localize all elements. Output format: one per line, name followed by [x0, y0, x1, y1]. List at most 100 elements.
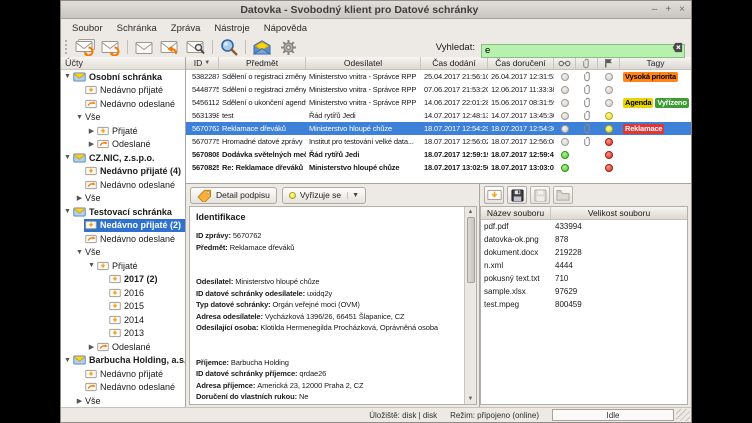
expander-icon[interactable]: ▶: [75, 194, 84, 202]
tree-item[interactable]: 2015: [61, 300, 185, 314]
tree-item[interactable]: Nedávno odeslané: [61, 97, 185, 111]
column-header-read[interactable]: [554, 57, 576, 69]
message-row[interactable]: 5670775Hromadné datové zprávyInstitut pr…: [186, 135, 691, 148]
column-header-delivered[interactable]: Čas dodání: [421, 57, 488, 69]
message-row[interactable]: 5670808Dodávka světelných mečůŘád rytířů…: [186, 148, 691, 161]
menu-soubor[interactable]: Soubor: [65, 21, 110, 36]
databox-button[interactable]: [250, 38, 274, 57]
menu-schranka[interactable]: Schránka: [110, 21, 164, 36]
tree-item[interactable]: Nedávno přijaté (4): [61, 165, 185, 179]
open-folder-button[interactable]: [553, 186, 573, 204]
expander-icon[interactable]: ▶: [75, 397, 84, 405]
tree-item[interactable]: Nedávno odeslané: [61, 381, 185, 395]
expander-icon[interactable]: ▼: [63, 357, 72, 364]
signature-detail-button[interactable]: Detail podpisu: [190, 187, 277, 204]
tree-item[interactable]: ▼Přijaté: [61, 259, 185, 273]
sync-account-button[interactable]: [99, 38, 123, 57]
tree-item[interactable]: 2013: [61, 327, 185, 341]
process-status-button[interactable]: Vyřizuje se ▼: [282, 187, 366, 204]
expander-icon[interactable]: ▼: [63, 154, 72, 161]
tree-item[interactable]: Nedávno přijaté (2): [61, 219, 185, 233]
expander-icon[interactable]: ▼: [75, 249, 84, 256]
expander-icon[interactable]: ▶: [87, 127, 96, 135]
message-row[interactable]: 5670825Re: Reklamace dřevákůMinisterstvo…: [186, 161, 691, 174]
tree-item[interactable]: ▶Přijaté: [61, 124, 185, 138]
message-row[interactable]: 5631398testŘád rytířů Jedi14.07.2017 12:…: [186, 109, 691, 122]
scroll-up-icon[interactable]: ▲: [468, 207, 474, 217]
message-row[interactable]: 5382287Sdělení o registraci změny ...Min…: [186, 70, 691, 83]
message-subject: Sdělení o ukončení agendy: [219, 98, 306, 107]
resize-grip[interactable]: [676, 409, 690, 421]
expander-icon[interactable]: ▼: [87, 262, 96, 269]
reply-button[interactable]: [158, 38, 182, 57]
attachment-row[interactable]: test.mpeg800459: [481, 298, 687, 311]
menu-napoveda[interactable]: Nápověda: [257, 21, 314, 36]
column-header-attachment[interactable]: [576, 57, 598, 69]
message-row[interactable]: 5456112Sdělení o ukončení agendyMinister…: [186, 96, 691, 109]
verify-message-button[interactable]: [184, 38, 208, 57]
detail-scrollbar[interactable]: ▲ ▼: [464, 207, 476, 404]
tree-item[interactable]: Nedávno přijaté: [61, 84, 185, 98]
tree-item[interactable]: 2017 (2): [61, 273, 185, 287]
save-all-attachments-button[interactable]: [530, 186, 550, 204]
tree-item[interactable]: Nedávno přijaté: [61, 367, 185, 381]
find-message-button[interactable]: [217, 38, 241, 57]
attachment-row[interactable]: datovka-ok.png878: [481, 233, 687, 246]
close-button[interactable]: ×: [679, 5, 685, 15]
column-header-tags[interactable]: Tagy: [620, 57, 691, 69]
settings-button[interactable]: [276, 38, 300, 57]
expander-icon[interactable]: ▼: [63, 208, 72, 215]
menu-nastroje[interactable]: Nástroje: [207, 21, 256, 36]
expander-icon[interactable]: ▼: [75, 114, 84, 121]
column-header-filesize[interactable]: Velikost souboru: [551, 207, 687, 219]
save-attachment-button[interactable]: [507, 186, 527, 204]
message-row[interactable]: 5448775Sdělení o registraci změny ...Min…: [186, 83, 691, 96]
process-status-icon: [598, 164, 620, 172]
attachment-row[interactable]: dokument.docx219228: [481, 246, 687, 259]
column-header-sender[interactable]: Odesílatel: [306, 57, 421, 69]
open-attachment-button[interactable]: [484, 186, 504, 204]
tree-item[interactable]: ▼Testovací schránka: [61, 205, 185, 219]
maximize-button[interactable]: +: [665, 5, 671, 15]
title-bar[interactable]: Datovka - Svobodný klient pro Datové sch…: [61, 1, 691, 19]
attachment-filename: sample.xlsx: [481, 287, 551, 296]
tree-item[interactable]: 2016: [61, 286, 185, 300]
attachment-row[interactable]: pdf.pdf433994: [481, 220, 687, 233]
message-row[interactable]: 5670762Reklamace dřevákůMinisterstvo hlo…: [186, 122, 691, 135]
read-status-icon: [554, 151, 576, 159]
menu-zprava[interactable]: Zpráva: [164, 21, 208, 36]
tree-item[interactable]: ▼Osobní schránka: [61, 70, 185, 84]
tree-item[interactable]: ▶Odeslané: [61, 138, 185, 152]
attachment-row[interactable]: n.xml4444: [481, 259, 687, 272]
search-input[interactable]: [481, 44, 685, 58]
attachment-row[interactable]: sample.xlsx97629: [481, 285, 687, 298]
tree-item[interactable]: Nedávno odeslané: [61, 178, 185, 192]
tree-item[interactable]: ▶Odeslané: [61, 340, 185, 354]
tree-item[interactable]: ▼Vše: [61, 111, 185, 125]
tree-item[interactable]: ▼CZ.NIC, z.s.p.o.: [61, 151, 185, 165]
scroll-down-icon[interactable]: ▼: [468, 394, 474, 404]
message-detail-view: Identifikace ID zprávy: 5670762Předmět: …: [189, 206, 477, 405]
column-header-flag[interactable]: [598, 57, 620, 69]
gear-icon: [280, 39, 297, 56]
new-message-button[interactable]: [132, 38, 156, 57]
expander-icon[interactable]: ▶: [87, 343, 96, 351]
toolbar-grip[interactable]: [65, 40, 69, 54]
column-header-id[interactable]: ID▼: [186, 57, 219, 69]
tree-item[interactable]: ▶Vše: [61, 192, 185, 206]
tree-item[interactable]: ▼Barbucha Holding, a.s.: [61, 354, 185, 368]
tree-item[interactable]: ▶Vše: [61, 394, 185, 407]
attachment-row[interactable]: pokusný text.txt710: [481, 272, 687, 285]
tree-item[interactable]: ▼Vše: [61, 246, 185, 260]
column-header-accepted[interactable]: Čas doručení: [488, 57, 554, 69]
expander-icon[interactable]: ▶: [87, 140, 96, 148]
tree-item[interactable]: 2014: [61, 313, 185, 327]
sync-all-accounts-button[interactable]: [73, 38, 97, 57]
minimize-button[interactable]: –: [652, 5, 658, 15]
expander-icon[interactable]: ▼: [63, 73, 72, 80]
column-header-filename[interactable]: Název souboru: [481, 207, 551, 219]
scrollbar-thumb[interactable]: [467, 217, 475, 283]
clear-search-icon[interactable]: [672, 42, 683, 53]
tree-item[interactable]: Nedávno odeslané: [61, 232, 185, 246]
column-header-subject[interactable]: Předmět: [219, 57, 306, 69]
